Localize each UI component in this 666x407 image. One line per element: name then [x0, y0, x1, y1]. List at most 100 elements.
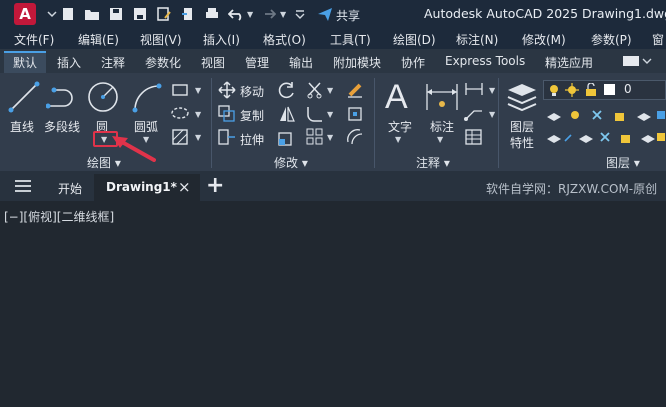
publish-icon[interactable] [180, 6, 196, 22]
tab-default[interactable]: 默认 [13, 54, 37, 71]
draw-panel-title[interactable]: 绘图 ▾ [87, 154, 121, 171]
menu-tools[interactable]: 工具(T) [330, 31, 371, 48]
dimension-icon[interactable] [424, 80, 460, 114]
table-icon[interactable] [464, 128, 484, 146]
offset-icon[interactable] [346, 128, 364, 146]
menu-insert[interactable]: 插入(I) [203, 31, 240, 48]
plot-preview-icon[interactable] [156, 6, 172, 22]
save-icon[interactable] [108, 6, 124, 22]
tab-start[interactable]: 开始 [58, 180, 82, 197]
share-icon[interactable] [317, 6, 333, 22]
stretch-button[interactable]: 拉伸 [240, 131, 264, 148]
layer-unlock-icon [586, 83, 596, 96]
ellipse-icon[interactable] [171, 105, 191, 121]
fillet-icon[interactable] [306, 105, 324, 123]
add-tab-icon[interactable]: + [206, 173, 224, 198]
text-dropdown-icon[interactable]: ▼ [395, 135, 401, 144]
fillet-dropdown-icon[interactable]: ▼ [327, 110, 333, 119]
undo-dropdown-icon[interactable]: ▼ [247, 10, 253, 19]
polyline-icon[interactable] [46, 82, 80, 112]
annotation-panel-title[interactable]: 注释 ▾ [416, 154, 450, 171]
hatch-icon[interactable] [171, 128, 191, 146]
print-icon[interactable] [204, 6, 220, 22]
copy-icon[interactable] [218, 105, 236, 123]
tab-manage[interactable]: 管理 [245, 54, 269, 71]
tab-parametric[interactable]: 参数化 [145, 54, 181, 71]
menu-view[interactable]: 视图(V) [140, 31, 182, 48]
layer-tools-row-2-icon[interactable] [545, 129, 666, 145]
share-button[interactable]: 共享 [336, 7, 360, 24]
tab-view[interactable]: 视图 [201, 54, 225, 71]
redo-dropdown-icon[interactable]: ▼ [280, 10, 286, 19]
move-icon[interactable] [218, 81, 236, 99]
hatch-dropdown-icon[interactable]: ▼ [195, 133, 201, 142]
line-icon[interactable] [7, 80, 41, 114]
menu-parametric[interactable]: 参数(P) [591, 31, 632, 48]
line-button[interactable]: 直线 [10, 118, 34, 135]
menu-format[interactable]: 格式(O) [263, 31, 306, 48]
close-tab-icon[interactable]: × [178, 178, 191, 196]
menu-file[interactable]: 文件(F) [14, 31, 54, 48]
arc-dropdown-icon[interactable]: ▼ [143, 135, 149, 144]
tab-insert[interactable]: 插入 [57, 54, 81, 71]
rotate-icon[interactable] [278, 81, 296, 99]
linear-dim-dropdown-icon[interactable]: ▼ [489, 86, 495, 95]
save-as-icon[interactable] [132, 6, 148, 22]
layer-properties-icon[interactable] [504, 80, 540, 114]
tab-collaborate[interactable]: 协作 [401, 54, 425, 71]
viewport-controls[interactable]: [−][俯视][二维线框] [4, 208, 114, 225]
circle-dropdown-icon[interactable]: ▼ [101, 135, 107, 144]
hamburger-menu-icon[interactable] [14, 179, 32, 193]
drawing-canvas[interactable] [0, 201, 666, 407]
explode-icon[interactable] [346, 105, 364, 123]
stretch-icon[interactable] [218, 128, 236, 146]
array-dropdown-icon[interactable]: ▼ [327, 133, 333, 142]
rectangle-icon[interactable] [171, 82, 191, 98]
menu-window[interactable]: 窗 [652, 31, 664, 48]
arc-button[interactable]: 圆弧 [134, 118, 158, 135]
polyline-button[interactable]: 多段线 [44, 118, 80, 135]
tab-featured-apps[interactable]: 精选应用 [545, 54, 593, 71]
trim-icon[interactable] [306, 81, 324, 99]
open-folder-icon[interactable] [84, 6, 100, 22]
ellipse-dropdown-icon[interactable]: ▼ [195, 110, 201, 119]
tab-annotate[interactable]: 注释 [101, 54, 125, 71]
customize-dropdown-icon[interactable] [292, 6, 308, 22]
new-file-icon[interactable] [60, 6, 76, 22]
layer-properties-label-1[interactable]: 图层 [510, 118, 534, 135]
mirror-icon[interactable] [278, 105, 296, 123]
tab-drawing1[interactable]: Drawing1* [106, 180, 177, 194]
leader-icon[interactable] [464, 105, 484, 121]
tab-express-tools[interactable]: Express Tools [445, 54, 525, 68]
leader-dropdown-icon[interactable]: ▼ [489, 110, 495, 119]
tab-addins[interactable]: 附加模块 [333, 54, 381, 71]
layer-tools-row-1-icon[interactable] [545, 107, 666, 123]
autocad-logo[interactable]: A [14, 3, 36, 25]
menu-draw[interactable]: 绘图(D) [393, 31, 436, 48]
trim-dropdown-icon[interactable]: ▼ [327, 86, 333, 95]
modify-panel-title[interactable]: 修改 ▾ [274, 154, 308, 171]
dimension-button[interactable]: 标注 [430, 118, 454, 135]
text-button[interactable]: 文字 [388, 118, 412, 135]
layers-panel-title[interactable]: 图层 ▾ [606, 154, 640, 171]
menu-modify[interactable]: 修改(M) [522, 31, 566, 48]
scale-icon[interactable] [278, 128, 296, 146]
text-icon[interactable]: A [385, 78, 408, 117]
redo-icon[interactable] [260, 6, 276, 22]
menu-edit[interactable]: 编辑(E) [78, 31, 119, 48]
rectangle-dropdown-icon[interactable]: ▼ [195, 86, 201, 95]
erase-icon[interactable] [346, 81, 364, 99]
move-button[interactable]: 移动 [240, 83, 264, 100]
dropdown-icon[interactable] [44, 6, 60, 22]
tab-output[interactable]: 输出 [289, 54, 313, 71]
menu-dimension[interactable]: 标注(N) [456, 31, 498, 48]
dimension-dropdown-icon[interactable]: ▼ [437, 135, 443, 144]
copy-button[interactable]: 复制 [240, 107, 264, 124]
layer-properties-label-2[interactable]: 特性 [510, 134, 534, 151]
undo-icon[interactable] [228, 6, 244, 22]
circle-icon[interactable] [86, 80, 120, 114]
arc-icon[interactable] [130, 80, 164, 114]
linear-dim-icon[interactable] [464, 81, 484, 97]
array-icon[interactable] [306, 128, 324, 146]
ribbon-toggle-icon[interactable] [622, 54, 652, 68]
